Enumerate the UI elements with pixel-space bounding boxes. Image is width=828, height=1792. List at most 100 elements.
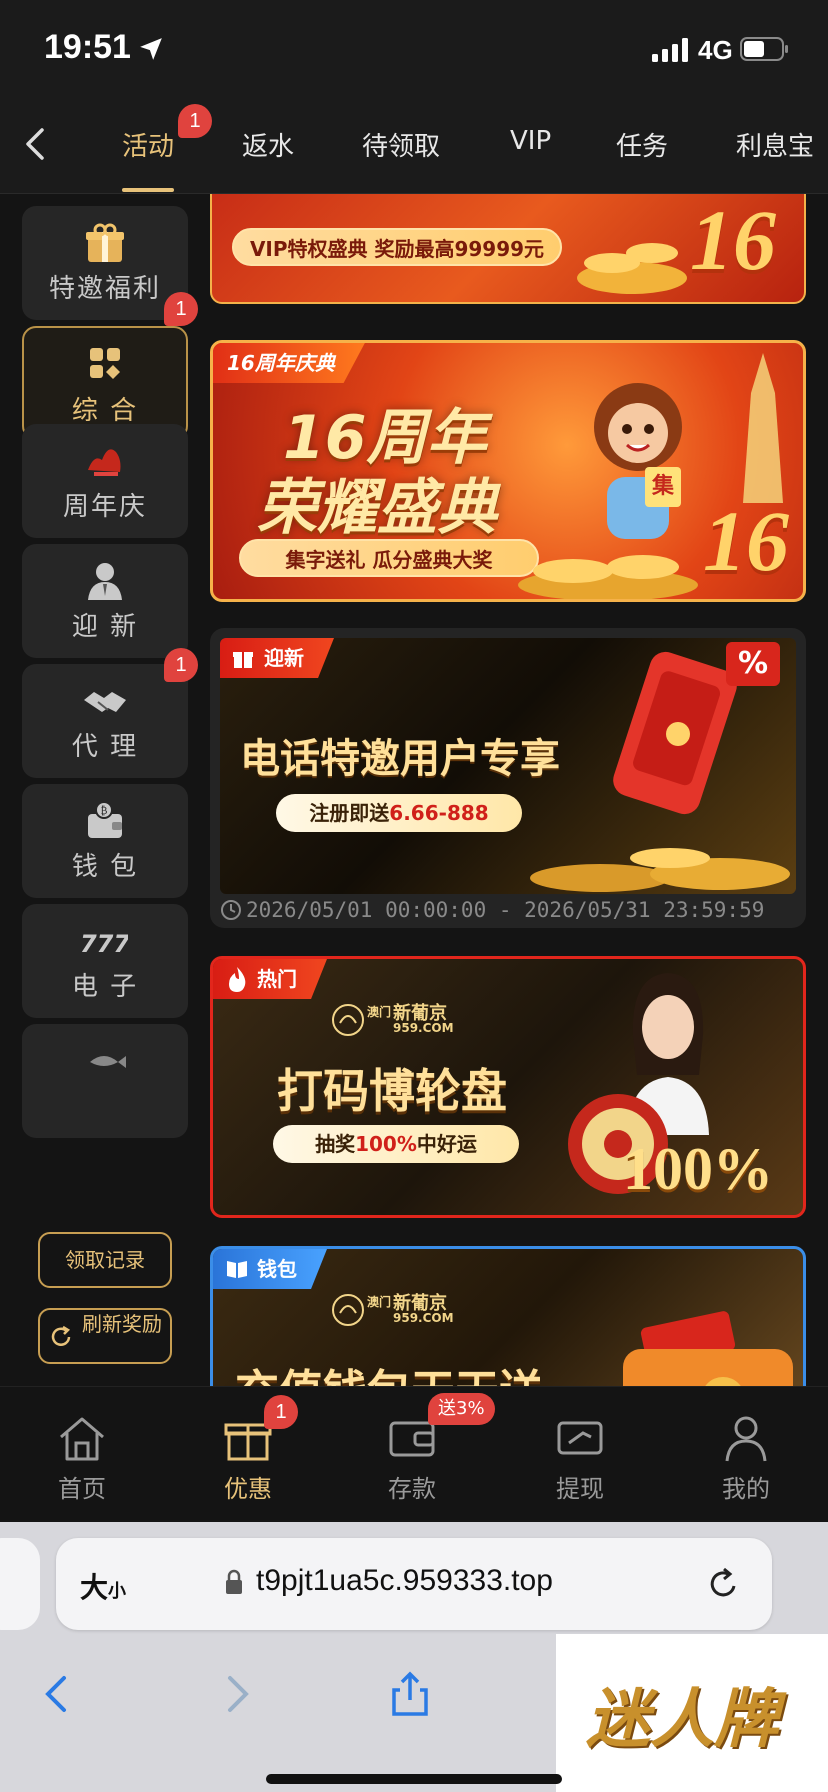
profile-icon (725, 1416, 767, 1462)
sidebar-item-wallet[interactable]: ₿ 钱 包 (22, 784, 188, 898)
sidebar-item-slots[interactable]: 777 电 子 (22, 904, 188, 1018)
promo-ribbon: 16周年庆典 (213, 343, 365, 383)
promo-banner-newcomer[interactable]: 迎新 电话特邀用户专享 注册即送6.66-888 % 2026/05/01 00… (210, 628, 806, 928)
promo-pill: 集字送礼 瓜分盛典大奖 (239, 539, 539, 577)
text-size-large: 大 (80, 1571, 109, 1604)
gift-box-icon (86, 223, 124, 262)
promo-ribbon: 迎新 (220, 638, 334, 678)
clock-icon (221, 900, 241, 920)
anniversary-number: 16 (703, 493, 789, 589)
promo-banner-vip-celebration[interactable]: VIP特权盛典 奖励最高99999元 16 (210, 194, 806, 304)
ribbon-label: 钱包 (257, 1257, 297, 1281)
sidebar-item-label: 特邀福利 (48, 274, 161, 304)
date-range-text: 2026/05/01 00:00:00 - 2026/05/31 23:59:5… (246, 898, 765, 922)
pill-prefix: 抽奖 (315, 1132, 356, 1156)
url-text: t9pjt1ua5c.959333.top (256, 1564, 553, 1597)
sidebar-item-agent[interactable]: 代 理 (22, 664, 188, 778)
watermark-text: 迷人牌 (586, 1682, 778, 1757)
sidebar-agent-badge: 1 (164, 648, 198, 682)
promotions-badge: 1 (264, 1395, 298, 1429)
tab-interest[interactable]: 利息宝 (736, 126, 814, 163)
promo-date-range: 2026/05/01 00:00:00 - 2026/05/31 23:59:5… (220, 898, 764, 922)
promo-banner-wallet[interactable]: 钱包 澳门 新葡京 959.COM 充值钱包天天送 (210, 1246, 806, 1386)
book-icon (227, 1261, 247, 1278)
pill-prefix: 注册即送 (309, 801, 390, 825)
svg-text:777: 777 (82, 930, 128, 958)
promo-ribbon: 热门 (213, 959, 327, 999)
promo-headline: 电话特邀用户专享 (240, 736, 560, 782)
refresh-rewards-button[interactable]: 刷新奖励 (38, 1308, 172, 1364)
refresh-icon (51, 1325, 71, 1346)
gold-coins-icon (518, 555, 698, 599)
nav-label: 优惠 (224, 1475, 272, 1503)
battery-icon (740, 37, 788, 61)
sidebar-item-newcomer[interactable]: 迎 新 (22, 544, 188, 658)
logo-site: 959.COM (393, 1311, 454, 1325)
nav-deposit[interactable]: 存款 (362, 1413, 462, 1504)
share-icon[interactable] (388, 1670, 432, 1718)
nav-withdraw[interactable]: 提现 (530, 1413, 630, 1504)
mascot-girl-icon (594, 383, 682, 539)
tab-tasks[interactable]: 任务 (616, 126, 668, 163)
bottom-navigation: 首页 优惠 1 存款 送3% 提现 我的 (0, 1386, 828, 1522)
sidebar-item-label: 综 合 (71, 396, 139, 426)
fire-icon (229, 967, 246, 992)
back-chevron-icon[interactable] (20, 126, 52, 162)
previous-tab-preview[interactable] (0, 1538, 40, 1630)
sidebar-item-special-benefits[interactable]: 特邀福利 (22, 206, 188, 320)
nav-home[interactable]: 首页 (32, 1413, 132, 1504)
newcomer-banner-image: 迎新 电话特邀用户专享 注册即送6.66-888 % (220, 638, 796, 894)
pill-value: 6.66-888 (389, 801, 489, 825)
sidebar-item-label: 迎 新 (71, 612, 139, 642)
claim-history-button[interactable]: 领取记录 (38, 1232, 172, 1288)
gold-coins-icon (577, 243, 687, 294)
nav-label: 存款 (388, 1475, 436, 1503)
text-size-button[interactable]: 大小 (80, 1566, 126, 1606)
address-bar[interactable]: 大小 t9pjt1ua5c.959333.top (56, 1538, 772, 1630)
status-time: 19:51 (44, 28, 131, 66)
collect-character-tag: 集 (645, 467, 681, 507)
tab-activity-badge: 1 (178, 104, 212, 138)
promo-pill: 注册即送6.66-888 (276, 794, 522, 832)
tab-vip[interactable]: VIP (510, 126, 551, 156)
sidebar-item-general[interactable]: 综 合 (22, 326, 188, 440)
promo-ribbon: 钱包 (213, 1249, 327, 1289)
promo-headline-2: 荣耀盛典 (257, 473, 497, 543)
browser-toolbar: 大小 t9pjt1ua5c.959333.top 迷人牌 (0, 1522, 828, 1792)
browser-forward-icon[interactable] (214, 1670, 258, 1718)
fish-icon (90, 1056, 126, 1068)
orange-wallet-icon (623, 1311, 793, 1386)
browser-back-icon[interactable] (36, 1670, 80, 1718)
logo-tag: 澳门 (367, 1005, 392, 1019)
promo-pill: 抽奖100%中好运 (273, 1125, 519, 1163)
tab-activity[interactable]: 活动 (122, 126, 174, 163)
casino-logo-icon (332, 1294, 364, 1326)
nav-label: 首页 (58, 1475, 106, 1503)
promo-banner-roulette[interactable]: 热门 澳门 新葡京 959.COM 打码博轮盘 抽奖100%中好运 100% (210, 956, 806, 1218)
pill-suffix: 中好运 (416, 1132, 477, 1156)
logo-tag: 澳门 (367, 1295, 392, 1309)
text-size-small: 小 (108, 1581, 127, 1602)
person-icon (88, 563, 122, 600)
phone-red-envelope-icon (613, 651, 737, 815)
nav-label: 提现 (556, 1475, 604, 1503)
promo-headline: 充值钱包天天送 (235, 1355, 543, 1386)
withdraw-ticket-icon (557, 1421, 603, 1455)
big-percent: 100% (623, 1136, 773, 1202)
sidebar-item-more[interactable] (22, 1024, 188, 1138)
watermark-overlay: 迷人牌 (556, 1634, 828, 1792)
promotion-list: VIP特权盛典 奖励最高99999元 16 16周年庆典 16周年 荣耀盛典 集… (210, 194, 808, 1386)
reload-icon[interactable] (706, 1564, 742, 1604)
promo-banner-16th-anniversary[interactable]: 16周年庆典 16周年 荣耀盛典 集字送礼 瓜分盛典大奖 集 16 (210, 340, 806, 602)
category-tab-bar: 活动 1 返水 待领取 VIP 任务 利息宝 (0, 100, 828, 194)
tab-pending[interactable]: 待领取 (362, 126, 440, 163)
sidebar-item-label: 周年庆 (62, 492, 147, 522)
signal-bars-icon (652, 38, 688, 62)
grid-icon (90, 348, 120, 379)
tab-rebate[interactable]: 返水 (242, 126, 294, 163)
nav-profile[interactable]: 我的 (696, 1413, 796, 1504)
status-bar: 19:51 4G (0, 0, 828, 100)
sidebar-item-anniversary[interactable]: 周年庆 (22, 424, 188, 538)
slot-777-icon: 777 (82, 930, 128, 958)
location-arrow-icon (140, 38, 162, 60)
